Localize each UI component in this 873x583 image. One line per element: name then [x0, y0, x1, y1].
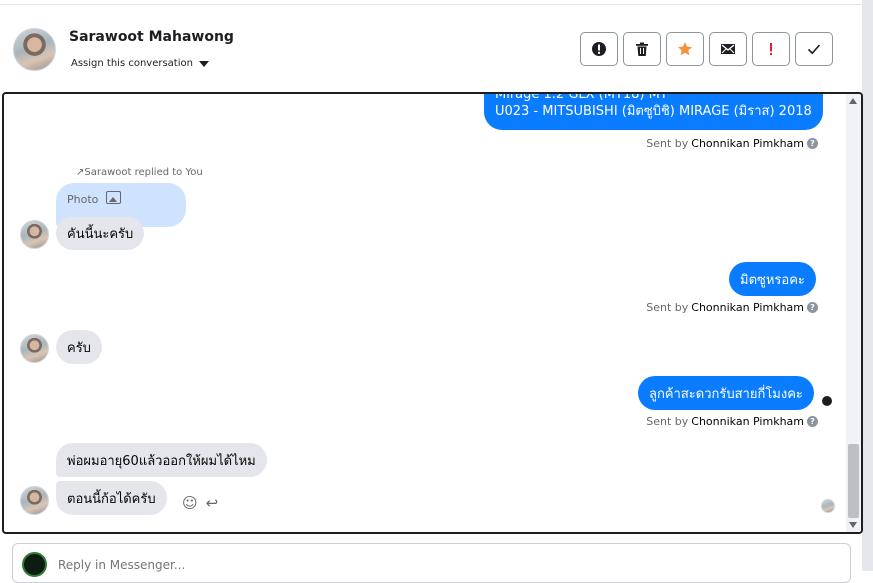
- scroll-up-icon[interactable]: [849, 98, 857, 104]
- reply-input[interactable]: [58, 558, 658, 572]
- message-text-line: U023 - MITSUBISHI (มิตซูบิชิ) MIRAGE (มิ…: [495, 104, 812, 119]
- trash-icon: [636, 42, 648, 56]
- assign-conversation-dropdown[interactable]: Assign this conversation: [71, 58, 209, 69]
- sent-by-prefix: Sent by: [646, 301, 689, 314]
- message-text-line: Mirage 1.2 GLX (MY18) MT: [495, 92, 668, 102]
- read-receipt-icon: [820, 394, 834, 408]
- message-text: ครับ: [67, 340, 91, 356]
- outgoing-message: มิตซูหรอคะ: [729, 262, 816, 296]
- contact-name[interactable]: Sarawoot Mahawong: [69, 29, 234, 45]
- sent-by-label: Sent by Chonnikan Pimkham ?: [646, 415, 818, 428]
- contact-avatar-small: [20, 220, 49, 249]
- message-text: พ่อผมอายุ60แล้วออกให้ผมได้ไหม: [67, 453, 256, 469]
- assign-label: Assign this conversation: [71, 58, 193, 69]
- message-text: คันนี้นะครับ: [67, 227, 134, 242]
- emoji-react-icon[interactable]: ☺: [182, 494, 198, 512]
- agent-name: Chonnikan Pimkham: [691, 137, 804, 150]
- page-avatar: [22, 552, 47, 577]
- star-icon: [678, 42, 692, 56]
- contact-avatar[interactable]: [13, 28, 56, 71]
- follow-up-button[interactable]: [752, 32, 790, 66]
- sent-by-label: Sent by Chonnikan Pimkham ?: [646, 137, 818, 150]
- sent-by-prefix: Sent by: [646, 415, 689, 428]
- alert-circle-icon: [592, 42, 606, 56]
- mark-done-button[interactable]: [795, 32, 833, 66]
- reply-icon[interactable]: ↩: [206, 494, 219, 512]
- reply-box: [12, 543, 851, 583]
- sent-by-prefix: Sent by: [646, 137, 689, 150]
- exclamation-icon: [770, 43, 772, 55]
- email-button[interactable]: [709, 32, 747, 66]
- delete-button[interactable]: [623, 32, 661, 66]
- sent-by-label: Sent by Chonnikan Pimkham ?: [646, 301, 818, 314]
- scroll-down-icon[interactable]: [849, 522, 857, 528]
- incoming-message: คันนี้นะครับ: [56, 217, 145, 250]
- photo-icon: [106, 191, 122, 204]
- incoming-message: ครับ: [56, 330, 102, 364]
- star-button[interactable]: [666, 32, 704, 66]
- mark-spam-button[interactable]: [580, 32, 618, 66]
- message-thread[interactable]: Mirage 1.2 GLX (MY18) MT U023 - MITSUBIS…: [2, 92, 863, 534]
- reply-indicator: ↗Sarawoot replied to You: [76, 167, 203, 178]
- message-actions: ☺ ↩: [182, 494, 218, 512]
- agent-name: Chonnikan Pimkham: [691, 415, 804, 428]
- chevron-down-icon: [198, 60, 209, 67]
- contact-avatar-small: [20, 486, 49, 515]
- contact-avatar-small: [20, 334, 49, 363]
- agent-name: Chonnikan Pimkham: [691, 301, 804, 314]
- scrollbar[interactable]: [846, 94, 861, 532]
- outgoing-message: Mirage 1.2 GLX (MY18) MT U023 - MITSUBIS…: [484, 92, 823, 130]
- scrollbar-thumb[interactable]: [848, 444, 859, 518]
- message-text: ตอนนี้ก้อได้ครับ: [67, 491, 156, 507]
- seen-avatar: [821, 499, 835, 513]
- help-icon[interactable]: ?: [807, 416, 818, 427]
- incoming-message: พ่อผมอายุ60แล้วออกให้ผมได้ไหม: [56, 443, 267, 477]
- conversation-header: Sarawoot Mahawong Assign this conversati…: [0, 4, 862, 92]
- message-text: ลูกค้าสะดวกรับสายกี่โมงคะ: [649, 386, 803, 402]
- conversation-toolbar: [580, 32, 833, 66]
- checkmark-icon: [807, 44, 821, 55]
- photo-label: Photo: [67, 193, 99, 206]
- help-icon[interactable]: ?: [807, 302, 818, 313]
- message-text: มิตซูหรอคะ: [740, 272, 805, 288]
- envelope-icon: [721, 44, 735, 54]
- help-icon[interactable]: ?: [807, 138, 818, 149]
- window-edge: [862, 0, 873, 571]
- outgoing-message: ลูกค้าสะดวกรับสายกี่โมงคะ: [638, 376, 814, 410]
- incoming-message: ตอนนี้ก้อได้ครับ: [56, 481, 167, 515]
- replied-label: Sarawoot replied to You: [84, 167, 203, 178]
